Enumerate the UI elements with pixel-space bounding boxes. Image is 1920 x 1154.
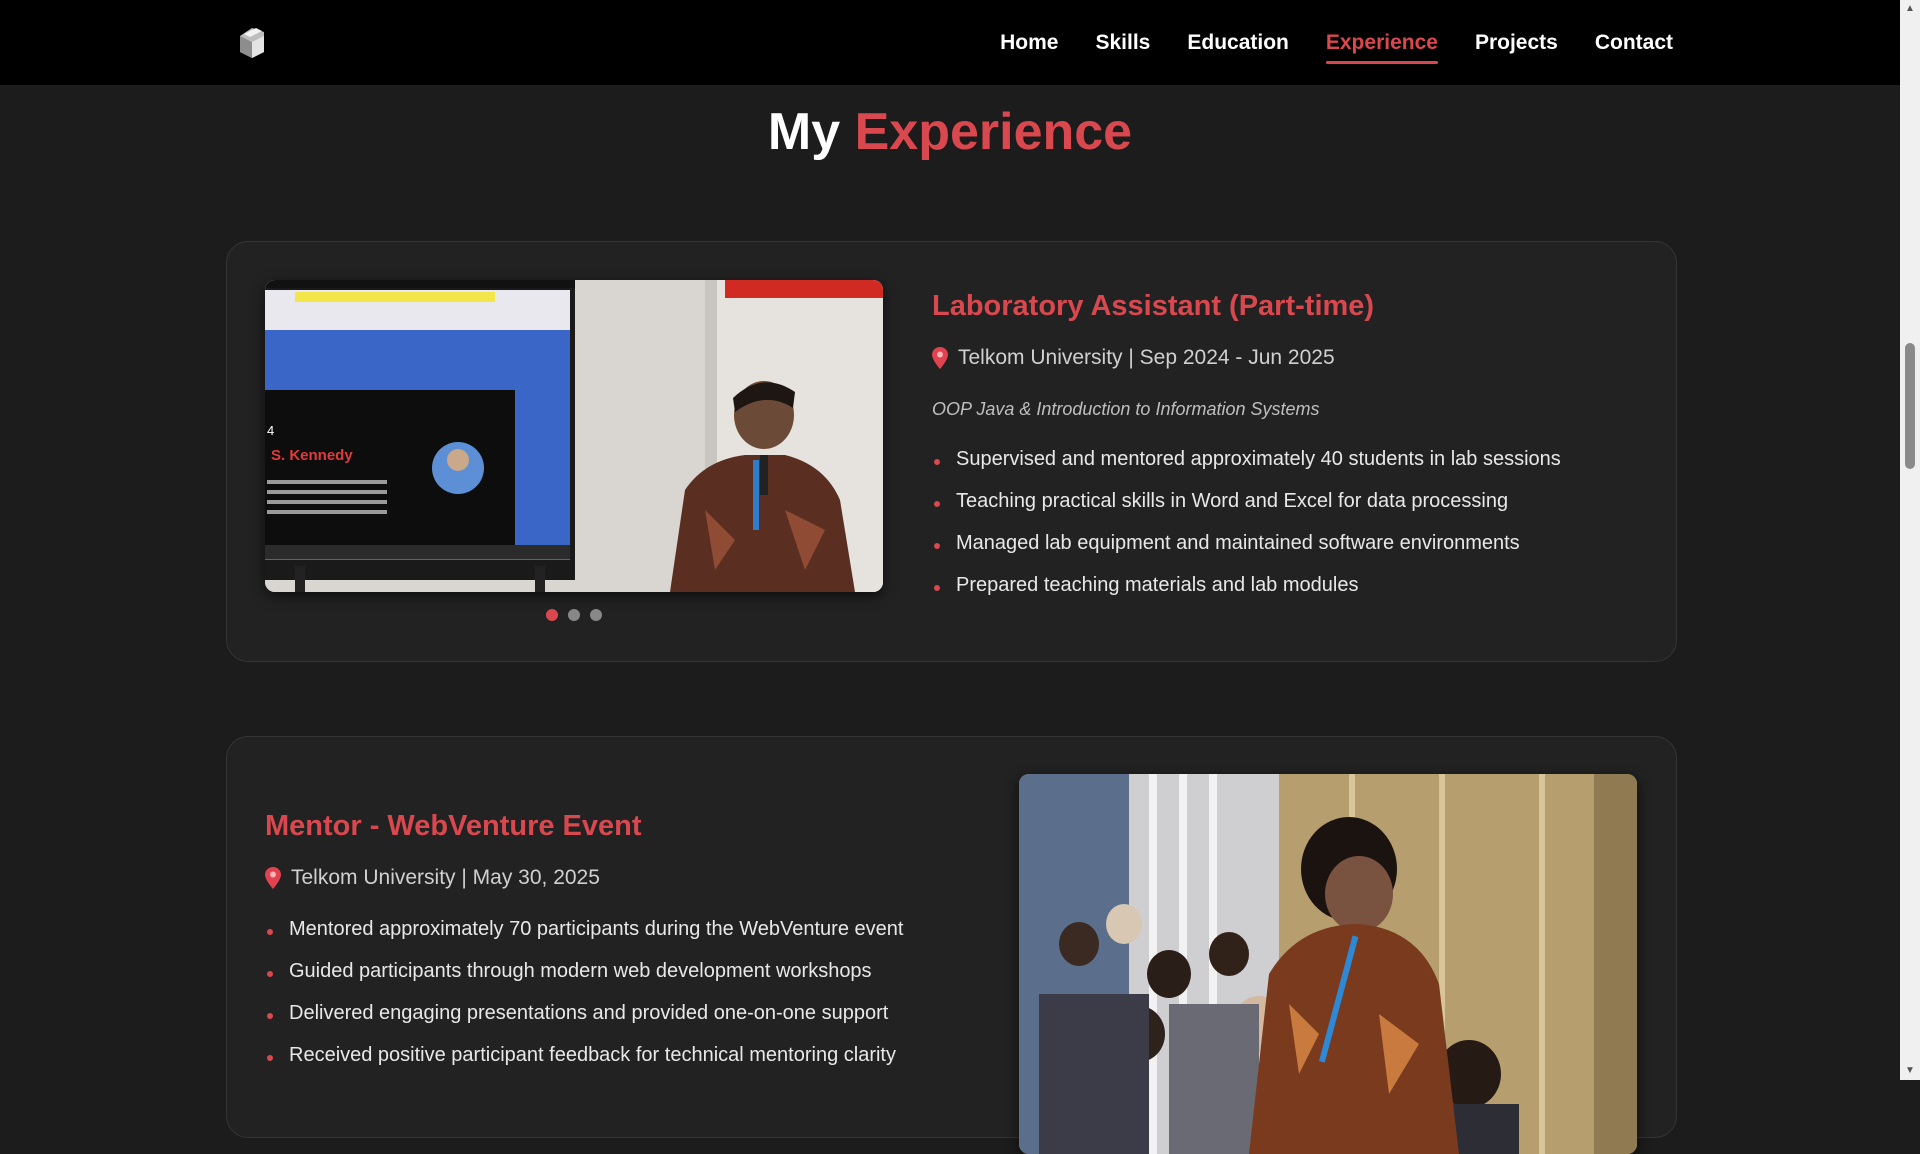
carousel-dot-2[interactable]	[568, 609, 580, 621]
nav-contact[interactable]: Contact	[1595, 25, 1673, 61]
nav-projects[interactable]: Projects	[1475, 25, 1558, 61]
job-title: Laboratory Assistant (Part-time)	[932, 290, 1375, 322]
job-bullet: Guided participants through modern web d…	[265, 957, 903, 999]
nav-experience[interactable]: Experience	[1325, 25, 1439, 64]
nav-education[interactable]: Education	[1187, 25, 1289, 61]
carousel-dot-1[interactable]	[546, 609, 558, 621]
experience-card-mentor: Mentor - WebVenture Event Telkom Univers…	[226, 736, 1677, 1154]
carousel-dots	[227, 609, 921, 621]
job-bullet: Prepared teaching materials and lab modu…	[932, 571, 1561, 613]
map-pin-icon	[932, 347, 948, 369]
nav-links: Home Skills Education Experience Project…	[1000, 0, 1673, 85]
job-bullets: Mentored approximately 70 participants d…	[265, 915, 903, 1083]
job-title: Mentor - WebVenture Event	[265, 810, 642, 842]
screen-number-text: 4	[267, 423, 274, 438]
job-bullet: Delivered engaging presentations and pro…	[265, 999, 903, 1041]
carousel-dot-3[interactable]	[590, 609, 602, 621]
map-pin-icon	[265, 867, 281, 889]
experience-card-lab-assistant: 4 S. Kennedy Laboratory Assistant (Part-…	[226, 241, 1677, 662]
job-bullets: Supervised and mentored approximately 40…	[932, 445, 1561, 613]
top-navbar: Home Skills Education Experience Project…	[0, 0, 1900, 85]
screen-name-text: S. Kennedy	[271, 447, 353, 464]
scrollbar-thumb[interactable]	[1905, 343, 1915, 469]
section-title: My Experience	[0, 102, 1900, 162]
job-bullet: Mentored approximately 70 participants d…	[265, 915, 903, 957]
section-title-accent: Experience	[854, 103, 1133, 161]
page-scrollbar[interactable]: ▲ ▼	[1900, 0, 1920, 1080]
job-meta: Telkom University | Sep 2024 - Jun 2025	[932, 346, 1335, 370]
scroll-down-arrow-icon[interactable]: ▼	[1900, 1062, 1920, 1080]
webventure-photo-illustration	[1019, 774, 1637, 1154]
job-bullet: Managed lab equipment and maintained sof…	[932, 529, 1561, 571]
job-meta: Telkom University | May 30, 2025	[265, 866, 600, 890]
section-title-white: My	[767, 103, 841, 161]
job-location-date: Telkom University | Sep 2024 - Jun 2025	[958, 346, 1335, 369]
nav-home[interactable]: Home	[1000, 25, 1058, 61]
scroll-up-arrow-icon[interactable]: ▲	[1900, 0, 1920, 18]
nav-skills[interactable]: Skills	[1095, 25, 1150, 61]
job-bullet: Received positive participant feedback f…	[265, 1041, 903, 1083]
job-bullet: Supervised and mentored approximately 40…	[932, 445, 1561, 487]
job-subtitle: OOP Java & Introduction to Information S…	[932, 399, 1320, 419]
job-bullet: Teaching practical skills in Word and Ex…	[932, 487, 1561, 529]
experience-photo-webventure[interactable]	[1019, 774, 1637, 1154]
job-location-date: Telkom University | May 30, 2025	[291, 866, 600, 889]
experience-photo-lab[interactable]: 4 S. Kennedy	[265, 280, 883, 592]
site-logo-icon[interactable]	[232, 22, 272, 62]
lab-photo-illustration: 4 S. Kennedy	[265, 280, 883, 592]
